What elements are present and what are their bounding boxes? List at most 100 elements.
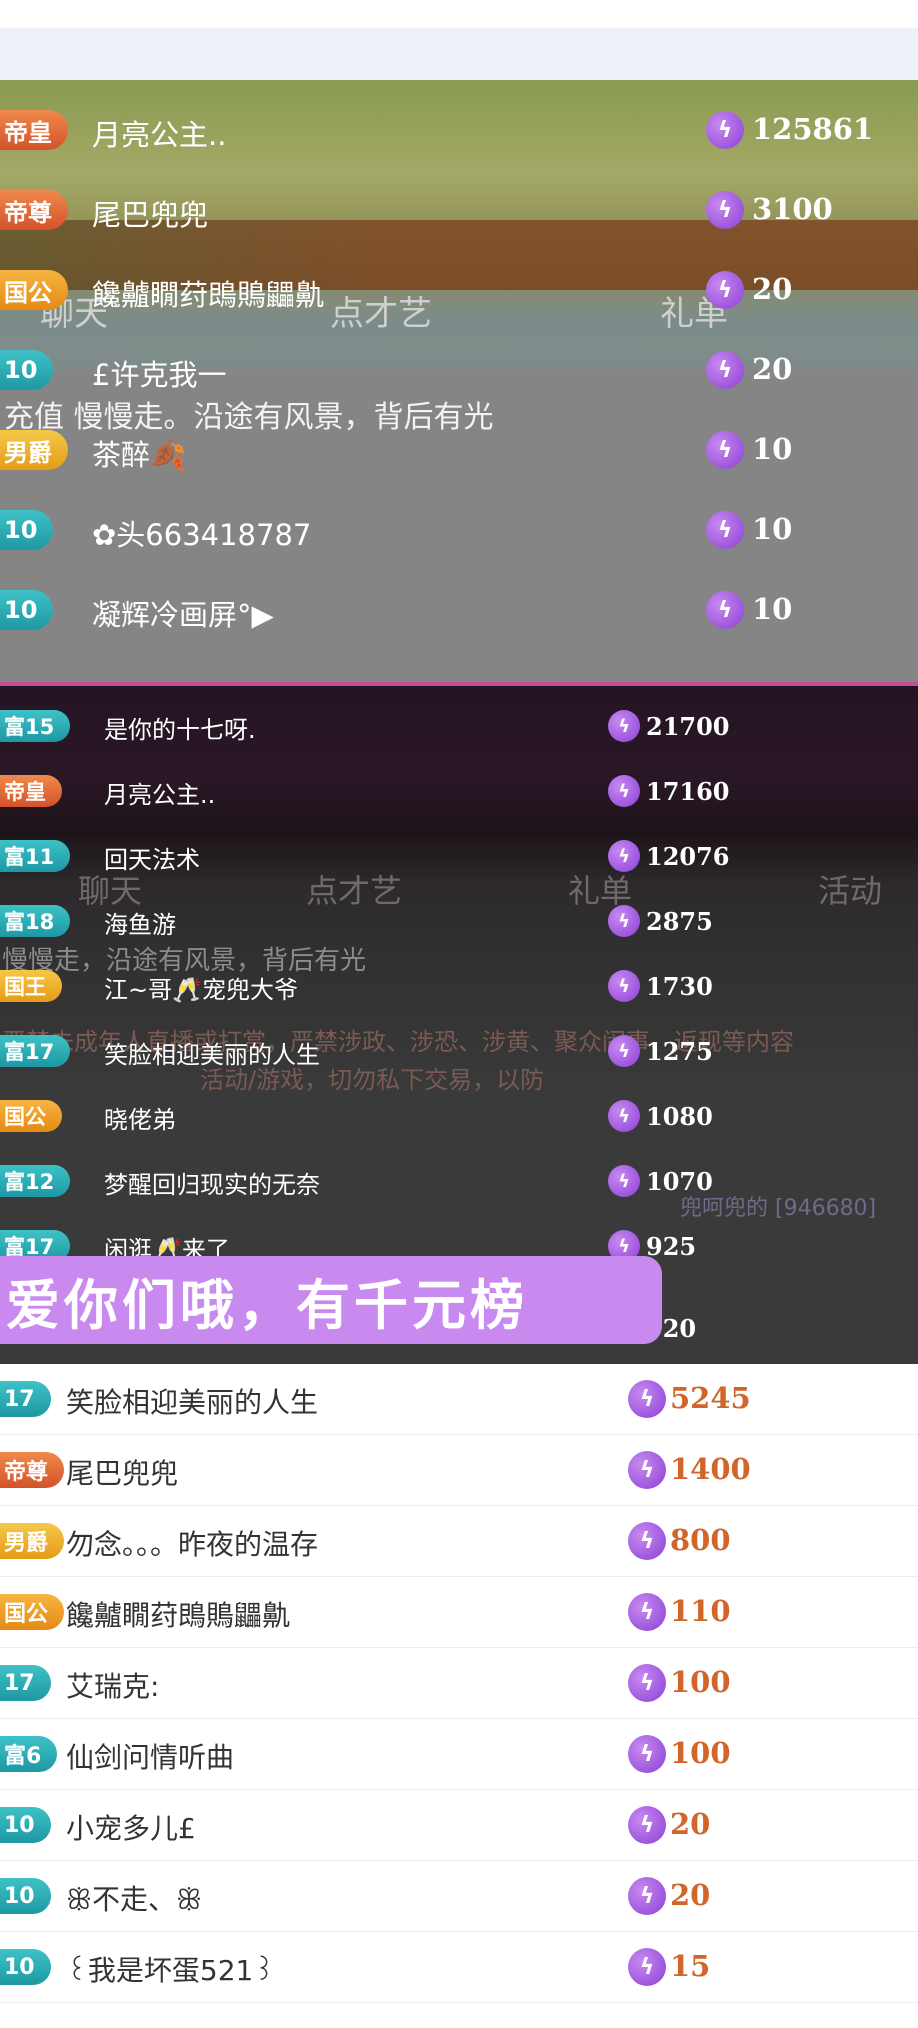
ranking-row[interactable]: 国公 饞齇瞯荮鵖鵙鼺鼽 ϟ 20 — [0, 260, 918, 320]
user-name[interactable]: ꒰我是坏蛋521꒱ — [66, 1949, 275, 1989]
user-level-badge: 10 — [0, 1949, 51, 1985]
user-name[interactable]: 凝辉冷画屏°▶ — [92, 592, 274, 634]
ranking-row[interactable]: 17 笑脸相迎美丽的人生 ϟ 5245 — [0, 1364, 918, 1435]
ranking-row[interactable]: 10 凝辉冷画屏°▶ ϟ 10 — [0, 580, 918, 640]
lightning-bolt-icon: ϟ — [628, 1948, 666, 1986]
lightning-bolt-icon: ϟ — [706, 351, 744, 389]
gift-value: 110 — [670, 1594, 731, 1628]
user-name[interactable]: 海鱼游 — [104, 905, 176, 940]
ranking-panel-3: 17 笑脸相迎美丽的人生 ϟ 5245 帝尊 尾巴兜兜 ϟ 1400 男爵 勿念。。。昨夜的温存 ϟ… — [0, 1364, 918, 2028]
user-level-badge: 17 — [0, 1381, 51, 1417]
user-name[interactable]: 是你的十七呀. — [104, 710, 256, 745]
gift-value: 12076 — [646, 842, 730, 871]
ranking-row[interactable]: 帝尊 尾巴兜兜 ϟ 3100 — [0, 180, 918, 240]
gift-value: 20 — [670, 1807, 711, 1841]
gift-value: 100 — [670, 1665, 731, 1699]
ranking-panel-1: 聊天 点才艺 礼单 充值 慢慢走。沿途有风景，背后有光 帝皇 月亮公主.. ϟ 125… — [0, 80, 918, 682]
user-name[interactable]: 仙剑问情听曲 — [66, 1736, 234, 1776]
user-name[interactable]: 回天法术 — [104, 840, 200, 875]
gift-value: 1400 — [670, 1452, 751, 1486]
lightning-bolt-icon: ϟ — [608, 905, 640, 937]
user-name[interactable]: ꕥ不走、ꕥ — [66, 1878, 202, 1918]
gift-value: 2875 — [646, 907, 713, 936]
ranking-row[interactable]: 富12 梦醒回归现实的无奈 ϟ 1070 — [0, 1151, 918, 1211]
lightning-bolt-icon: ϟ — [608, 1100, 640, 1132]
gift-value: 125861 — [752, 112, 874, 146]
ranking-row[interactable]: 帝尊 尾巴兜兜 ϟ 1400 — [0, 1435, 918, 1506]
ranking-row[interactable]: 富11 回天法术 ϟ 12076 — [0, 826, 918, 886]
user-name[interactable]: 月亮公主.. — [104, 775, 215, 810]
lightning-bolt-icon: ϟ — [608, 840, 640, 872]
lightning-bolt-icon: ϟ — [608, 970, 640, 1002]
user-level-badge: 国公 — [0, 1100, 62, 1132]
user-name[interactable]: 梦醒回归现实的无奈 — [104, 1165, 320, 1200]
user-level-badge: 10 — [0, 1807, 51, 1843]
ranking-row[interactable]: 10 £许克我一 ϟ 20 — [0, 340, 918, 400]
lightning-bolt-icon: ϟ — [628, 1877, 666, 1915]
ranking-row[interactable]: 帝皇 月亮公主.. ϟ 125861 — [0, 100, 918, 160]
user-name[interactable]: 月亮公主.. — [92, 112, 226, 154]
user-name[interactable]: 晓佬弟 — [104, 1100, 176, 1135]
ranking-row[interactable]: 富18 海鱼游 ϟ 2875 — [0, 891, 918, 951]
gift-value: 20 — [752, 352, 793, 386]
user-level-badge: 富6 — [0, 1736, 58, 1772]
gift-value: 1070 — [646, 1167, 713, 1196]
user-level-badge: 富11 — [0, 840, 71, 872]
lightning-bolt-icon: ϟ — [628, 1380, 666, 1418]
lightning-bolt-icon: ϟ — [628, 1593, 666, 1631]
user-name[interactable]: 笑脸相迎美丽的人生 — [66, 1381, 318, 1421]
gift-value: 5245 — [670, 1381, 751, 1415]
user-name[interactable]: 勿念。。。昨夜的温存 — [66, 1523, 318, 1563]
user-name[interactable]: 笑脸相迎美丽的人生 — [104, 1035, 320, 1070]
gift-value: 3100 — [752, 192, 833, 226]
user-name[interactable]: 尾巴兜兜 — [92, 192, 208, 234]
user-name[interactable]: £许克我一 — [92, 352, 226, 394]
ranking-row[interactable]: 17 艾瑞克: ϟ 100 — [0, 1648, 918, 1719]
ranking-row[interactable]: 10 ꕥ不走、ꕥ ϟ 20 — [0, 1861, 918, 1932]
panel-top-border — [0, 682, 918, 686]
ranking-row[interactable]: 富17 笑脸相迎美丽的人生 ϟ 1275 — [0, 1021, 918, 1081]
gift-value: 21700 — [646, 712, 730, 741]
ranking-row[interactable]: 国王 江~哥🥂宠兜大爷 ϟ 1730 — [0, 956, 918, 1016]
user-name[interactable]: 茶醉🍂 — [92, 432, 186, 474]
gift-value: 1730 — [646, 972, 713, 1001]
user-level-badge: 富18 — [0, 905, 71, 937]
ranking-row[interactable]: 国公 饞齇瞯荮鵖鵙鼺鼽 ϟ 110 — [0, 1577, 918, 1648]
ranking-row[interactable]: 10 ꒰我是坏蛋521꒱ ϟ 15 — [0, 1932, 918, 2003]
lightning-bolt-icon: ϟ — [706, 191, 744, 229]
lightning-bolt-icon: ϟ — [628, 1806, 666, 1844]
lightning-bolt-icon: ϟ — [706, 271, 744, 309]
user-name[interactable]: 小宠多儿£ — [66, 1807, 196, 1847]
user-level-badge: 男爵 — [0, 1523, 65, 1559]
ranking-row[interactable]: 富15 是你的十七呀. ϟ 21700 — [0, 696, 918, 756]
lightning-bolt-icon: ϟ — [628, 1522, 666, 1560]
user-level-badge: 帝尊 — [0, 190, 68, 230]
user-level-badge: 国公 — [0, 270, 68, 310]
ranking-row[interactable]: 男爵 勿念。。。昨夜的温存 ϟ 800 — [0, 1506, 918, 1577]
caption-banner: 爱你们哦，有千元榜 — [0, 1256, 662, 1344]
ranking-row[interactable]: 帝皇 月亮公主.. ϟ 17160 — [0, 761, 918, 821]
user-name[interactable]: 艾瑞克: — [66, 1665, 159, 1705]
lightning-bolt-icon: ϟ — [706, 591, 744, 629]
lightning-bolt-icon: ϟ — [608, 710, 640, 742]
gift-value: 17160 — [646, 777, 730, 806]
user-level-badge: 男爵 — [0, 430, 68, 470]
gift-value: 100 — [670, 1736, 731, 1770]
user-name[interactable]: ✿头663418787 — [92, 512, 311, 554]
user-name[interactable]: 江~哥🥂宠兜大爷 — [104, 970, 298, 1005]
ranking-panel-2: 聊天 点才艺 礼单 活动 慢慢走，沿途有风景，背后有光 严禁未成年人直播或打赏，… — [0, 682, 918, 1364]
user-name[interactable]: 饞齇瞯荮鵖鵙鼺鼽 — [66, 1594, 290, 1634]
user-name[interactable]: 尾巴兜兜 — [66, 1452, 178, 1492]
user-level-badge: 10 — [0, 590, 54, 630]
lightning-bolt-icon: ϟ — [706, 431, 744, 469]
ranking-row[interactable]: 男爵 茶醉🍂 ϟ 10 — [0, 420, 918, 480]
ranking-row[interactable]: 富6 仙剑问情听曲 ϟ 100 — [0, 1719, 918, 1790]
ranking-row[interactable]: 10 小宠多儿£ ϟ 20 — [0, 1790, 918, 1861]
user-level-badge: 帝尊 — [0, 1452, 65, 1488]
user-name[interactable]: 饞齇瞯荮鵖鵙鼺鼽 — [92, 272, 324, 314]
ranking-row[interactable]: 国公 晓佬弟 ϟ 1080 — [0, 1086, 918, 1146]
user-level-badge: 10 — [0, 1878, 51, 1914]
ranking-row[interactable]: 10 ✿头663418787 ϟ 10 — [0, 500, 918, 560]
gift-value: 10 — [752, 512, 793, 546]
user-level-badge: 富17 — [0, 1035, 71, 1067]
